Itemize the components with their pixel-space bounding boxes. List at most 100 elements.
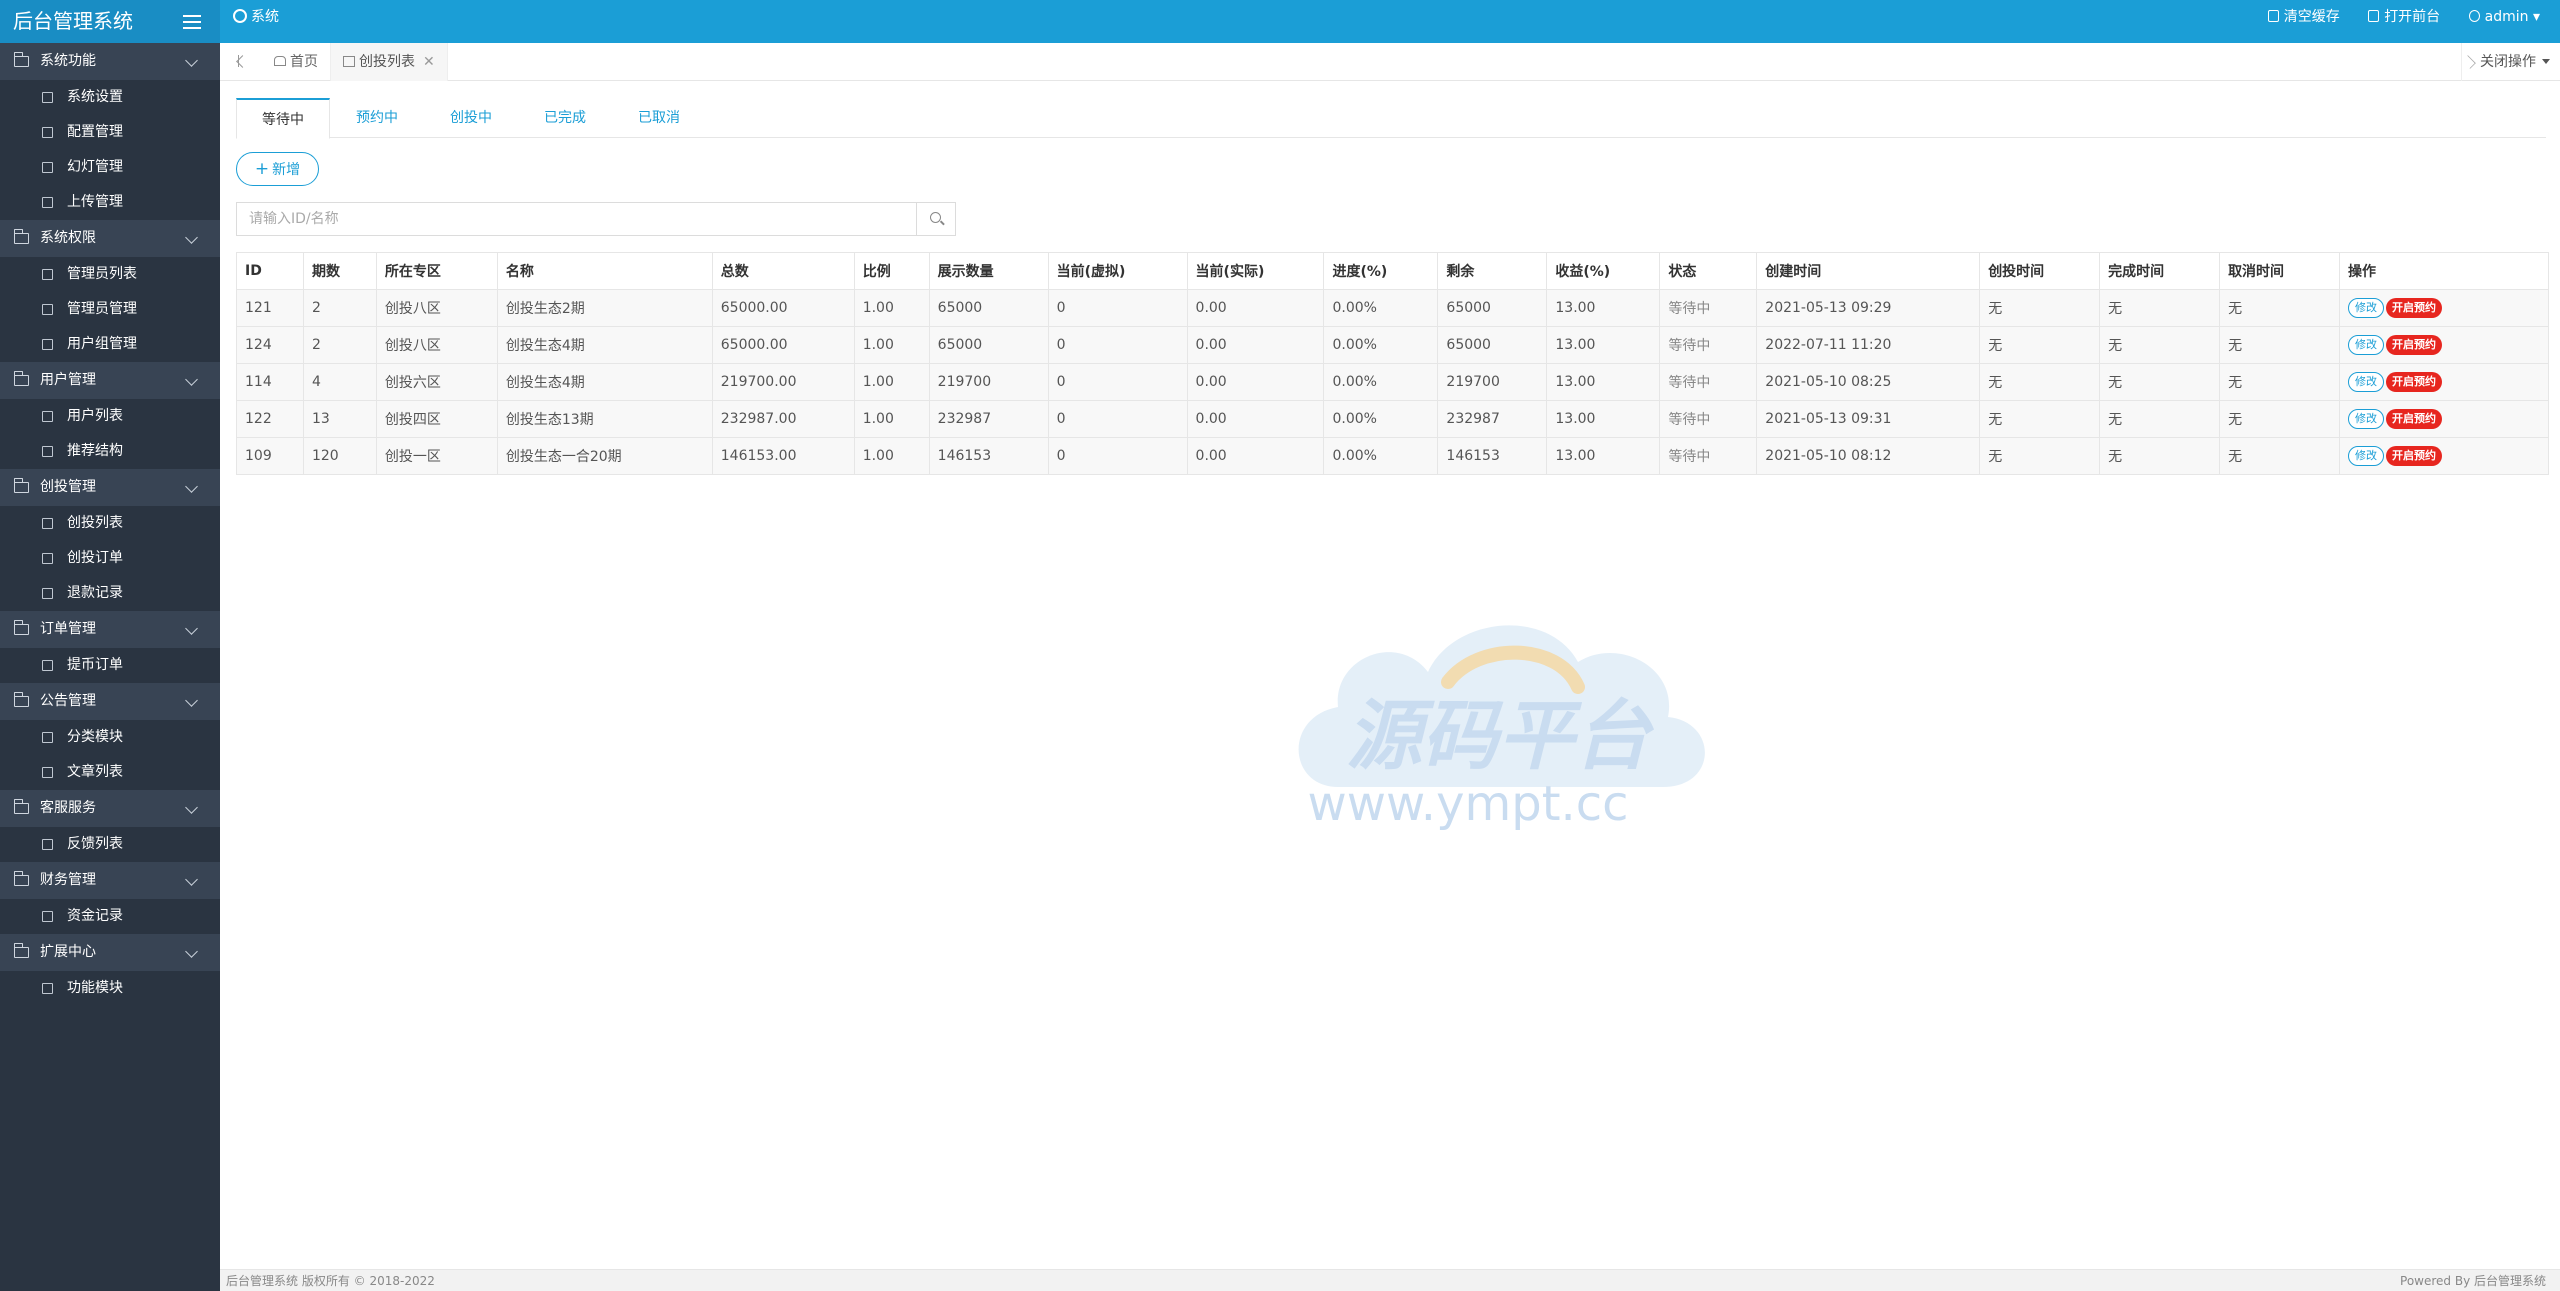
open-frontend-button[interactable]: 打开前台 bbox=[2368, 9, 2440, 25]
table-cell: 0 bbox=[1047, 437, 1188, 475]
sidebar-group-label: 系统功能 bbox=[40, 53, 96, 69]
status-tab-waiting[interactable]: 等待中 bbox=[236, 98, 330, 139]
sidebar-group-7[interactable]: 财务管理 bbox=[0, 862, 220, 899]
sidebar-item-6-0[interactable]: 反馈列表 bbox=[0, 827, 220, 862]
sidebar-item-1-1[interactable]: 管理员管理 bbox=[0, 292, 220, 327]
sidebar-item-0-3[interactable]: 上传管理 bbox=[0, 185, 220, 220]
table-cell: 146153.00 bbox=[711, 437, 855, 475]
tab-active[interactable]: 创投列表 ✕ bbox=[330, 43, 448, 81]
chevron-down-icon bbox=[185, 873, 198, 886]
folder-icon bbox=[13, 620, 29, 635]
column-header: 完成时间 bbox=[2099, 252, 2221, 290]
menu-toggle-icon[interactable] bbox=[183, 11, 203, 31]
sidebar-item-1-2[interactable]: 用户组管理 bbox=[0, 327, 220, 362]
sidebar-item-7-0[interactable]: 资金记录 bbox=[0, 899, 220, 934]
table-header-row: ID 期数 所在专区 名称 总数 比例 展示数量 当前(虚拟) 当前(实际) 进度(%) 剩余 收益(… bbox=[236, 252, 2549, 290]
open-booking-button[interactable]: 开启预约 bbox=[2386, 298, 2442, 318]
table-cell: 120 bbox=[302, 437, 377, 475]
open-booking-button[interactable]: 开启预约 bbox=[2386, 372, 2442, 392]
tab-prev-icon[interactable] bbox=[238, 55, 248, 67]
actions-cell: 修改 开启预约 bbox=[2339, 326, 2549, 364]
close-icon[interactable]: ✕ bbox=[423, 54, 435, 70]
open-booking-button[interactable]: 开启预约 bbox=[2386, 446, 2442, 466]
menu-item-icon bbox=[42, 304, 53, 315]
table-cell: 122 bbox=[236, 400, 304, 438]
sidebar-group-3[interactable]: 创投管理 bbox=[0, 469, 220, 506]
sidebar-item-label: 幻灯管理 bbox=[67, 159, 123, 175]
sidebar-item-1-0[interactable]: 管理员列表 bbox=[0, 257, 220, 292]
table-cell: 4 bbox=[302, 363, 377, 401]
column-header: 当前(虚拟) bbox=[1047, 252, 1188, 290]
table-cell: 无 bbox=[2219, 289, 2340, 327]
watermark-title: 源码平台 bbox=[1346, 691, 1654, 780]
add-button-label: 新增 bbox=[272, 162, 301, 178]
table-cell: 0 bbox=[1047, 400, 1188, 438]
column-header: 取消时间 bbox=[2219, 252, 2340, 290]
sidebar-group-8[interactable]: 扩展中心 bbox=[0, 934, 220, 971]
sidebar-item-3-1[interactable]: 创投订单 bbox=[0, 541, 220, 576]
sidebar-group-6[interactable]: 客服服务 bbox=[0, 790, 220, 827]
add-button[interactable]: + 新增 bbox=[236, 152, 319, 186]
status-tab-completed[interactable]: 已完成 bbox=[518, 98, 612, 138]
sidebar-group-0[interactable]: 系统功能 bbox=[0, 43, 220, 80]
column-header: 所在专区 bbox=[375, 252, 498, 290]
sidebar-item-2-0[interactable]: 用户列表 bbox=[0, 399, 220, 434]
user-menu[interactable]: admin ▾ bbox=[2468, 9, 2540, 25]
table-cell: 65000 bbox=[928, 326, 1049, 364]
table-cell: 无 bbox=[2219, 326, 2340, 364]
sidebar-item-label: 管理员列表 bbox=[67, 266, 137, 282]
sidebar-item-0-0[interactable]: 系统设置 bbox=[0, 80, 220, 115]
sidebar-item-5-1[interactable]: 文章列表 bbox=[0, 755, 220, 790]
sidebar-item-label: 资金记录 bbox=[67, 908, 123, 924]
search-input[interactable] bbox=[237, 203, 917, 235]
edit-button[interactable]: 修改 bbox=[2348, 372, 2384, 392]
sidebar-item-2-1[interactable]: 推荐结构 bbox=[0, 434, 220, 469]
top-header: 后台管理系统 系统 清空缓存 打开前台 admin ▾ bbox=[0, 0, 2560, 43]
sidebar-group-1[interactable]: 系统权限 bbox=[0, 220, 220, 257]
sidebar-item-4-0[interactable]: 提币订单 bbox=[0, 648, 220, 683]
table-cell: 232987.00 bbox=[711, 400, 855, 438]
system-nav[interactable]: 系统 bbox=[233, 0, 279, 34]
edit-button[interactable]: 修改 bbox=[2348, 335, 2384, 355]
table-cell: 2021-05-10 08:25 bbox=[1756, 363, 1981, 401]
folder-icon bbox=[13, 871, 29, 886]
sidebar-group-5[interactable]: 公告管理 bbox=[0, 683, 220, 720]
edit-button[interactable]: 修改 bbox=[2348, 409, 2384, 429]
table-body: 121 2 创投八区 创投生态2期 65000.00 1.00 65000 0 0.00 0.00… bbox=[236, 289, 2549, 475]
sidebar-item-5-0[interactable]: 分类模块 bbox=[0, 720, 220, 755]
column-header: 总数 bbox=[711, 252, 855, 290]
table-cell: 无 bbox=[2099, 363, 2221, 401]
folder-icon bbox=[13, 229, 29, 244]
close-ops-dropdown[interactable]: 关闭操作 bbox=[2461, 43, 2560, 81]
table-cell: 0.00% bbox=[1323, 437, 1439, 475]
tab-home[interactable]: 首页 bbox=[274, 43, 318, 81]
table-cell: 创投八区 bbox=[375, 326, 498, 364]
open-booking-button[interactable]: 开启预约 bbox=[2386, 409, 2442, 429]
search-button[interactable] bbox=[916, 203, 955, 235]
table-cell: 等待中 bbox=[1659, 326, 1758, 364]
folder-icon bbox=[13, 692, 29, 707]
actions-cell: 修改 开启预约 bbox=[2339, 400, 2549, 438]
status-tab-investing[interactable]: 创投中 bbox=[424, 98, 518, 138]
sidebar-item-3-0[interactable]: 创投列表 bbox=[0, 506, 220, 541]
clear-cache-button[interactable]: 清空缓存 bbox=[2267, 9, 2340, 25]
table-cell: 65000 bbox=[1437, 289, 1548, 327]
column-header: 操作 bbox=[2339, 252, 2549, 290]
table-cell: 0.00% bbox=[1323, 289, 1439, 327]
status-tab-reserving[interactable]: 预约中 bbox=[330, 98, 424, 138]
status-tab-cancelled[interactable]: 已取消 bbox=[612, 98, 706, 138]
sidebar-item-8-0[interactable]: 功能模块 bbox=[0, 971, 220, 1006]
sidebar-item-0-1[interactable]: 配置管理 bbox=[0, 115, 220, 150]
table-cell: 无 bbox=[2099, 437, 2221, 475]
table-row: 121 2 创投八区 创投生态2期 65000.00 1.00 65000 0 0.00 0.00… bbox=[236, 289, 2549, 327]
sidebar-group-4[interactable]: 订单管理 bbox=[0, 611, 220, 648]
sidebar-item-3-2[interactable]: 退款记录 bbox=[0, 576, 220, 611]
sidebar-group-2[interactable]: 用户管理 bbox=[0, 362, 220, 399]
table-cell: 219700.00 bbox=[711, 363, 855, 401]
edit-button[interactable]: 修改 bbox=[2348, 446, 2384, 466]
edit-button[interactable]: 修改 bbox=[2348, 298, 2384, 318]
table-cell: 无 bbox=[2099, 289, 2221, 327]
table-cell: 1.00 bbox=[853, 289, 930, 327]
open-booking-button[interactable]: 开启预约 bbox=[2386, 335, 2442, 355]
sidebar-item-0-2[interactable]: 幻灯管理 bbox=[0, 150, 220, 185]
